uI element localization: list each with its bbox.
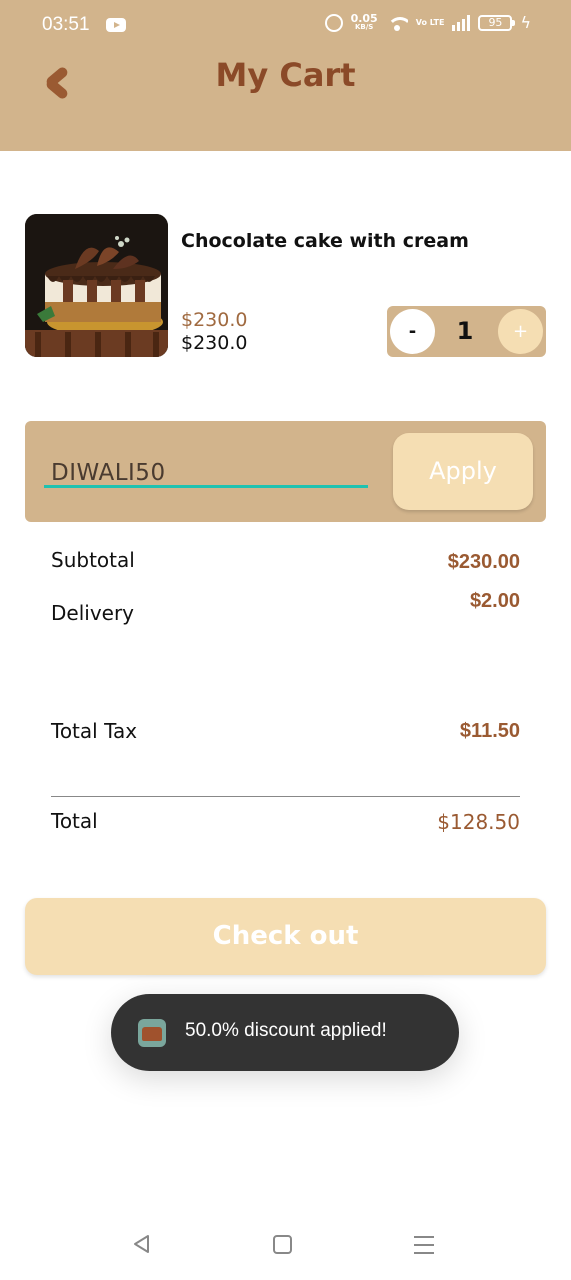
apply-button[interactable]: Apply [393, 433, 533, 510]
total-value: $128.50 [437, 810, 520, 834]
quantity-value: 1 [456, 317, 474, 345]
total-label: Total [51, 809, 98, 833]
nav-menu-icon[interactable] [414, 1236, 434, 1254]
promo-input-underline [44, 485, 368, 488]
quantity-stepper: - 1 + [387, 306, 546, 357]
network-speed: 0.05 KB/S [350, 12, 378, 32]
delivery-label: Delivery [51, 601, 135, 625]
network-speed-value: 0.05 [350, 12, 378, 25]
wifi-icon [386, 15, 408, 31]
tax-label: Total Tax [51, 719, 138, 743]
network-speed-unit: KB/S [354, 23, 374, 31]
delivery-value: $2.00 [469, 590, 520, 612]
subtotal-label: Subtotal [51, 548, 135, 572]
alarm-icon [324, 14, 343, 32]
status-bar: 03:51 0.05 KB/S Vo LTE 95 ϟ [0, 0, 571, 50]
youtube-notification-icon [106, 18, 126, 32]
item-name: Chocolate cake with cream [181, 230, 469, 252]
increase-quantity-button[interactable]: + [498, 309, 543, 354]
status-time: 03:51 [42, 14, 90, 35]
item-original-price: $230.0 [181, 309, 248, 331]
system-navigation-bar [0, 1210, 571, 1280]
charging-icon: ϟ [520, 13, 531, 32]
page-title: My Cart [215, 56, 356, 94]
subtotal-value: $230.00 [447, 551, 520, 573]
nav-home-icon[interactable] [273, 1235, 292, 1254]
app-icon [138, 1019, 166, 1047]
nav-back-icon[interactable] [132, 1234, 152, 1254]
signal-icon [452, 15, 471, 31]
item-price: $230.0 [181, 332, 248, 354]
toast-message: 50.0% discount applied! [185, 1020, 387, 1041]
promo-code-section: Apply [25, 421, 546, 522]
discount-toast: 50.0% discount applied! [111, 994, 459, 1071]
cart-item: Chocolate cake with cream $230.0 $230.0 … [25, 214, 546, 358]
decrease-quantity-button[interactable]: - [390, 309, 435, 354]
status-indicators: 0.05 KB/S Vo LTE 95 ϟ [324, 12, 531, 32]
volte-indicator: Vo LTE [415, 18, 445, 27]
battery-icon: 95 [478, 15, 516, 31]
cake-image [25, 214, 168, 357]
checkout-button[interactable]: Check out [25, 898, 546, 975]
tax-value: $11.50 [459, 720, 520, 742]
summary-divider [51, 796, 520, 797]
